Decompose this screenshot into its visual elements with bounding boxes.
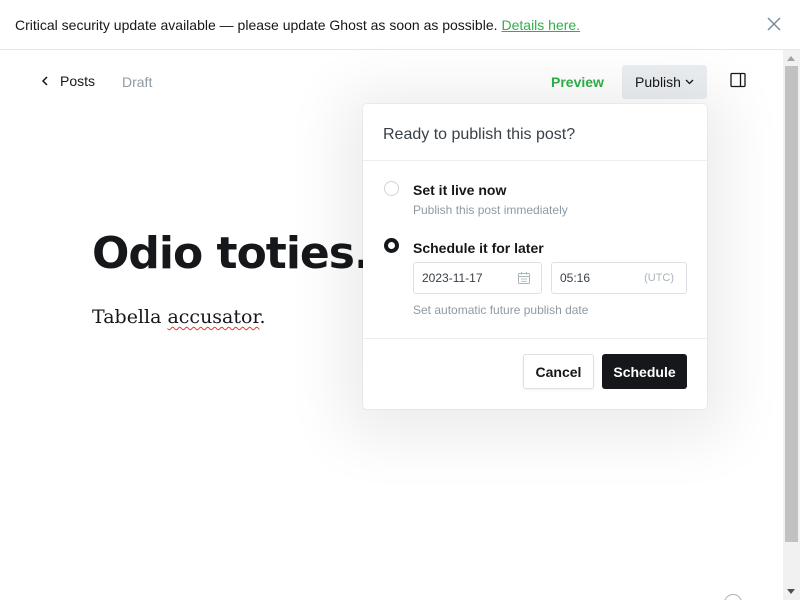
publish-popover: Ready to publish this post? Set it live … <box>363 104 707 409</box>
chevron-down-icon <box>685 79 694 85</box>
timezone-label: (UTC) <box>644 272 674 284</box>
date-input[interactable]: 2023-11-17 <box>413 262 542 294</box>
banner-details-link[interactable]: Details here. <box>502 17 581 33</box>
date-value: 2023-11-17 <box>422 271 483 285</box>
post-body-text: Tabella <box>92 306 168 328</box>
update-banner: Critical security update available — ple… <box>0 0 800 50</box>
scrollbar[interactable] <box>783 50 800 600</box>
post-body-punct: . <box>259 306 266 328</box>
option-schedule-desc: Set automatic future publish date <box>413 303 589 317</box>
calendar-icon[interactable] <box>517 271 531 285</box>
publish-menu-button[interactable]: Publish <box>622 65 707 99</box>
post-body[interactable]: Tabella accusator. <box>92 306 266 328</box>
chevron-left-icon <box>41 76 48 86</box>
time-value: 05:16 <box>560 271 591 285</box>
option-publish-now-desc: Publish this post immediately <box>413 203 568 217</box>
divider <box>363 338 707 339</box>
option-schedule-label[interactable]: Schedule it for later <box>413 240 544 256</box>
publish-label: Publish <box>635 74 681 90</box>
publish-popover-title: Ready to publish this post? <box>383 126 576 143</box>
sidebar-toggle-icon[interactable] <box>730 72 746 88</box>
help-icon[interactable] <box>724 594 742 600</box>
back-to-posts-link[interactable]: Posts <box>40 73 95 89</box>
scrollbar-thumb[interactable] <box>785 66 798 542</box>
option-publish-now-label[interactable]: Set it live now <box>413 182 506 198</box>
cancel-button[interactable]: Cancel <box>523 354 594 389</box>
misspelled-word: accusator <box>167 306 260 328</box>
schedule-button[interactable]: Schedule <box>602 354 687 389</box>
radio-schedule-later[interactable] <box>384 238 399 253</box>
scroll-down-arrow-icon[interactable] <box>787 589 795 594</box>
scroll-up-arrow-icon[interactable] <box>787 56 795 61</box>
time-input[interactable]: 05:16 (UTC) <box>551 262 687 294</box>
banner-message: Critical security update available — ple… <box>15 16 498 33</box>
preview-button[interactable]: Preview <box>551 74 604 90</box>
back-label: Posts <box>60 73 96 89</box>
close-icon[interactable] <box>766 16 782 32</box>
cancel-label: Cancel <box>535 363 582 380</box>
schedule-label: Schedule <box>613 363 676 380</box>
post-title[interactable]: Odio toties. <box>92 228 371 279</box>
divider <box>363 160 707 161</box>
post-status: Draft <box>122 74 153 90</box>
editor-header: Posts Draft Preview Publish <box>0 50 783 112</box>
radio-publish-now[interactable] <box>384 181 399 196</box>
